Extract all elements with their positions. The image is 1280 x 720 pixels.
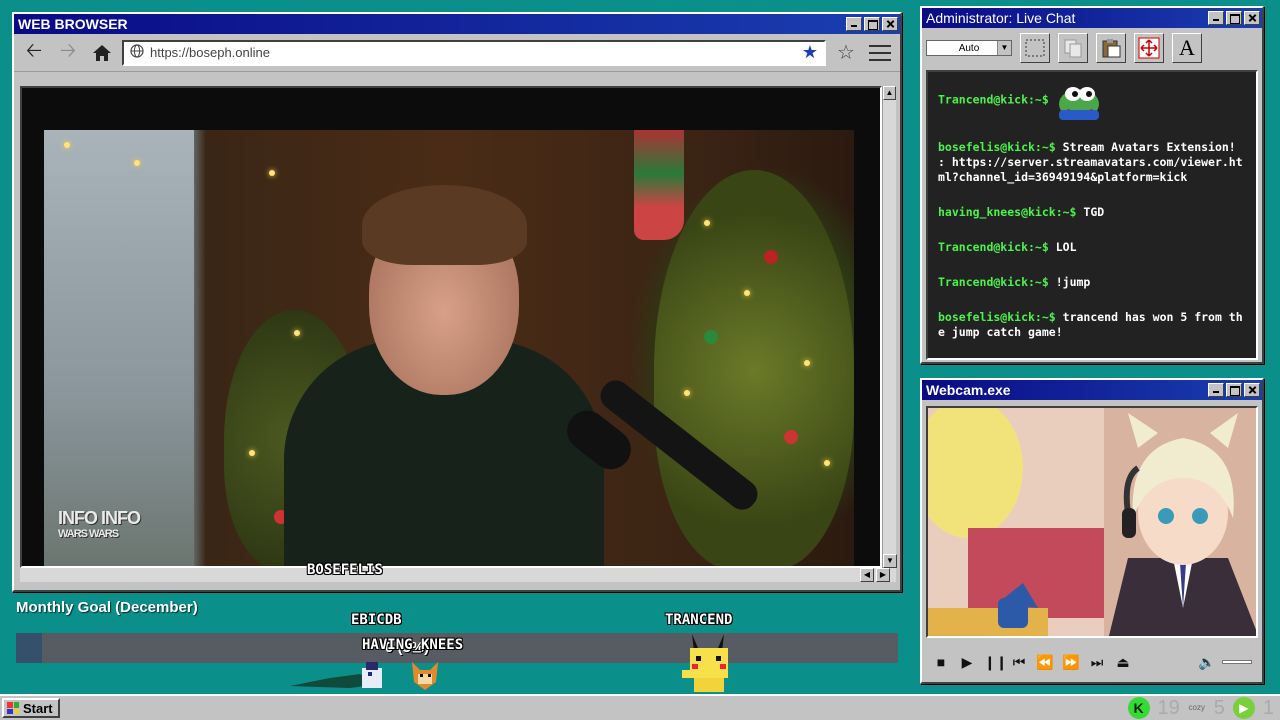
rewind-icon[interactable]: ⏪ (1036, 654, 1054, 671)
chat-message: bosefelis@kick:~$ Stream Avatars Extensi… (938, 140, 1246, 185)
chat-username[interactable]: bosefelis@kick:~$ (938, 140, 1056, 154)
chat-message: having_knees@kick:~$ TGD (938, 205, 1246, 220)
scroll-up-icon[interactable]: ▲ (883, 86, 896, 100)
webcam-avatar-view (926, 406, 1258, 638)
home-icon[interactable] (88, 40, 116, 66)
browser-toolbar: 🡠 🡢 https://boseph.online ★ ☆ (14, 34, 900, 72)
stop-icon[interactable]: ■ (932, 654, 950, 670)
taskbar: Start K 19 cozy 5 ▶ 1 (0, 694, 1280, 720)
menu-icon[interactable] (866, 40, 894, 66)
eject-icon[interactable]: ⏏ (1114, 654, 1132, 671)
goal-progress-fill (16, 633, 43, 663)
move-icon[interactable] (1134, 33, 1164, 63)
minimize-button[interactable] (1208, 383, 1224, 397)
font-icon[interactable]: A (1172, 33, 1202, 63)
forward-arrow-icon[interactable]: 🡢 (54, 40, 82, 66)
close-button[interactable] (882, 17, 898, 31)
next-track-icon[interactable]: ⏭ (1088, 654, 1106, 671)
chat-username[interactable]: Trancend@kick:~$ (938, 275, 1049, 289)
chat-message: Trancend@kick:~$ (938, 80, 1246, 120)
scroll-left-icon[interactable]: ◀ (860, 568, 874, 582)
having-knees-avatar-sprite (412, 662, 438, 690)
select-rect-icon[interactable] (1020, 33, 1050, 63)
count-b: 5 (1213, 696, 1225, 719)
maximize-button[interactable] (864, 17, 880, 31)
chat-titlebar[interactable]: Administrator: Live Chat (922, 8, 1262, 28)
copy-icon[interactable] (1058, 33, 1088, 63)
bookmark-star-filled-icon[interactable]: ★ (802, 42, 818, 63)
address-bar[interactable]: https://boseph.online ★ (122, 39, 826, 66)
chat-username[interactable]: Trancend@kick:~$ (938, 240, 1049, 254)
minimize-button[interactable] (846, 17, 862, 31)
kick-icon[interactable]: K (1127, 697, 1150, 719)
cozy-label: cozy (1188, 703, 1205, 712)
maximize-button[interactable] (1226, 383, 1242, 397)
ebicdb-avatar-sprite (290, 662, 382, 688)
url-text: https://boseph.online (150, 45, 270, 60)
media-controls: ■ ▶ ❙❙ ⏮ ⏪ ⏩ ⏭ ⏏ 🔈 (926, 646, 1258, 678)
chat-message-text: TGD (1083, 205, 1105, 219)
play-icon[interactable]: ▶ (958, 654, 976, 671)
avatar-name-trancend: TRANCEND (665, 612, 733, 628)
chat-message: Trancend@kick:~$ !jump (938, 275, 1246, 290)
avatar-name-ebicdb: EBICDB (351, 612, 402, 628)
scroll-right-icon[interactable]: ▶ (876, 568, 890, 582)
globe-icon (130, 44, 144, 61)
windows-logo-icon (7, 702, 19, 714)
close-button[interactable] (1244, 383, 1260, 397)
horizontal-scrollbar[interactable]: ◀ ▶ (20, 568, 896, 582)
infowars-watermark: INFO INFO WARS WARS (58, 508, 141, 540)
size-select[interactable]: Auto ▼ (926, 40, 1012, 56)
system-tray: K 19 cozy 5 ▶ 1 (1127, 696, 1274, 720)
minimize-button[interactable] (1208, 11, 1224, 25)
volume-icon[interactable]: 🔈 (1198, 654, 1216, 671)
chat-log[interactable]: Trancend@kick:~$ bosefelis@kick:~$ Strea… (926, 70, 1258, 360)
start-button[interactable]: Start (2, 698, 60, 718)
stream-video[interactable]: INFO INFO WARS WARS (44, 130, 854, 566)
viewer-count: 19 (1157, 696, 1180, 719)
pause-icon[interactable]: ❙❙ (984, 654, 1007, 671)
trancend-avatar-sprite (682, 634, 728, 692)
chat-message-text: !jump (1055, 275, 1091, 289)
chat-username[interactable]: having_knees@kick:~$ (938, 205, 1076, 219)
scroll-down-icon[interactable]: ▼ (883, 554, 897, 568)
fast-forward-icon[interactable]: ⏩ (1062, 654, 1080, 671)
chevron-down-icon: ▼ (997, 41, 1011, 55)
streamer-name-tag: BOSEFELIS (307, 562, 383, 578)
live-chat-window: Administrator: Live Chat Auto ▼ A Trance… (920, 6, 1264, 364)
chat-title: Administrator: Live Chat (926, 10, 1076, 26)
volume-slider[interactable] (1222, 660, 1252, 664)
paste-icon[interactable] (1096, 33, 1126, 63)
play-circle-icon[interactable]: ▶ (1232, 697, 1255, 719)
vertical-scrollbar[interactable]: ▲ ▼ (882, 86, 897, 568)
previous-track-icon[interactable]: ⏮ (1010, 654, 1028, 671)
goal-title: Monthly Goal (December) (16, 599, 198, 616)
chat-toolbar: Auto ▼ A (922, 28, 1262, 68)
chat-username[interactable]: bosefelis@kick:~$ (938, 310, 1056, 324)
maximize-button[interactable] (1226, 11, 1242, 25)
chat-message: Trancend@kick:~$ LOL (938, 240, 1246, 255)
webcam-titlebar[interactable]: Webcam.exe (922, 380, 1262, 400)
chat-message: bosefelis@kick:~$ trancend has won 5 fro… (938, 310, 1246, 340)
chat-message-text: LOL (1055, 240, 1077, 254)
video-viewport: INFO INFO WARS WARS (20, 86, 882, 568)
webcam-window: Webcam.exe ■ ▶ ❙❙ ⏮ ⏪ ⏩ ⏭ ⏏ 🔈 (920, 378, 1264, 684)
browser-titlebar[interactable]: WEB BROWSER (14, 14, 900, 34)
bookmark-star-icon[interactable]: ☆ (832, 40, 860, 65)
back-arrow-icon[interactable]: 🡠 (20, 40, 48, 66)
webcam-title: Webcam.exe (926, 382, 1011, 398)
browser-window: WEB BROWSER 🡠 🡢 https://boseph.online ★ … (12, 12, 902, 592)
browser-title: WEB BROWSER (18, 16, 128, 32)
close-button[interactable] (1244, 11, 1260, 25)
chat-username[interactable]: Trancend@kick:~$ (938, 93, 1049, 107)
count-c: 1 (1262, 696, 1274, 719)
pepe-emote-icon (1055, 80, 1101, 120)
